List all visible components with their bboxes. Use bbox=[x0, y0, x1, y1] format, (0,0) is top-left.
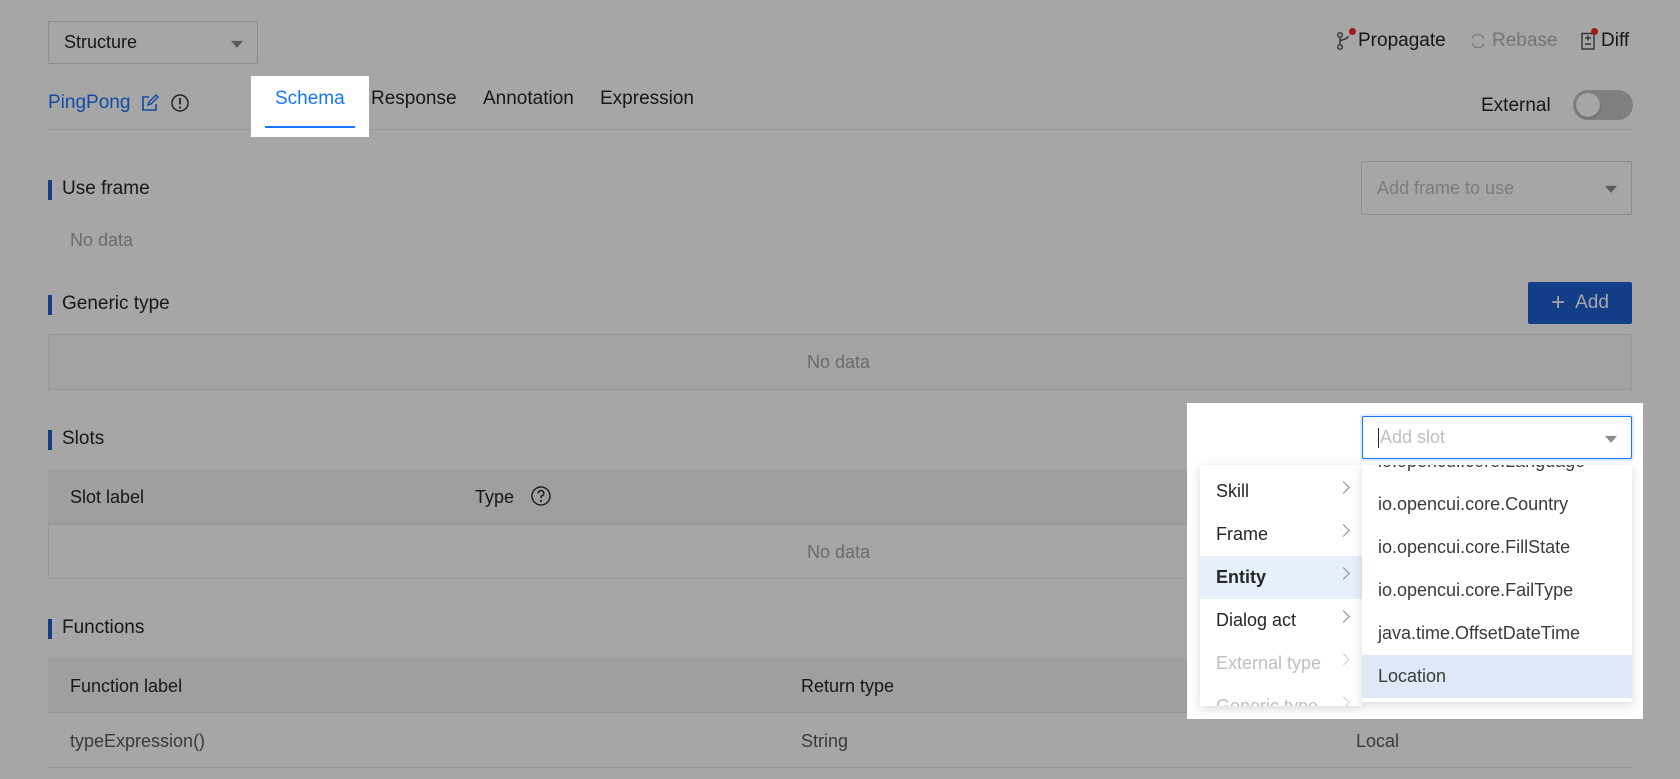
cascader-menu-entities: io.opencui.core.Language io.opencui.core… bbox=[1362, 465, 1632, 702]
menu-option[interactable]: io.opencui.core.Language bbox=[1362, 465, 1632, 483]
generic-type-title: Generic type bbox=[48, 293, 170, 315]
info-circle-icon[interactable] bbox=[170, 93, 190, 113]
generic-type-table: No data bbox=[48, 334, 1632, 390]
add-frame-select[interactable]: Add frame to use bbox=[1361, 161, 1632, 215]
chevron-right-icon bbox=[1337, 481, 1350, 494]
chevron-down-icon bbox=[1605, 435, 1617, 443]
menu-option[interactable]: io.opencui.core.FailType bbox=[1362, 569, 1632, 612]
menu-item-skill[interactable]: Skill bbox=[1200, 470, 1362, 513]
chevron-down-icon bbox=[231, 40, 243, 48]
menu-option-selected[interactable]: Location bbox=[1362, 655, 1632, 698]
add-generic-type-button[interactable]: + Add bbox=[1528, 282, 1632, 324]
tab-response[interactable]: Response bbox=[371, 88, 457, 110]
page: Structure Propagate Rebase Diff PingPong bbox=[0, 0, 1680, 779]
text-cursor bbox=[1378, 427, 1379, 448]
return-type-cell: String bbox=[801, 731, 849, 751]
propagate-button[interactable]: Propagate bbox=[1336, 28, 1446, 52]
chevron-right-icon bbox=[1337, 653, 1350, 666]
tab-expression[interactable]: Expression bbox=[600, 88, 694, 110]
use-frame-empty: No data bbox=[70, 230, 134, 250]
tab-annotation[interactable]: Annotation bbox=[483, 88, 574, 110]
active-tab-indicator bbox=[265, 126, 355, 128]
menu-option[interactable]: io.opencui.core.Country bbox=[1362, 483, 1632, 526]
scope-cell: Local bbox=[1356, 731, 1400, 751]
return-type-column: Return type bbox=[801, 676, 895, 696]
menu-option[interactable]: io.opencui.core.FillState bbox=[1362, 526, 1632, 569]
menu-item-external-type: External type bbox=[1200, 642, 1362, 685]
external-toggle[interactable] bbox=[1573, 90, 1633, 120]
add-button-label: Add bbox=[1575, 292, 1609, 313]
diff-button[interactable]: Diff bbox=[1579, 28, 1630, 52]
menu-item-dialog-act[interactable]: Dialog act bbox=[1200, 599, 1362, 642]
type-column: Type bbox=[475, 487, 515, 507]
table-row[interactable]: typeExpression() String Local bbox=[48, 713, 1632, 768]
add-slot-input[interactable]: Add slot bbox=[1362, 416, 1632, 459]
toggle-knob bbox=[1576, 93, 1600, 117]
add-frame-placeholder: Add frame to use bbox=[1377, 177, 1515, 198]
menu-item-frame[interactable]: Frame bbox=[1200, 513, 1362, 556]
chevron-right-icon bbox=[1337, 696, 1350, 706]
structure-select-value: Structure bbox=[64, 32, 138, 52]
functions-title: Functions bbox=[48, 617, 144, 639]
propagate-label: Propagate bbox=[1358, 30, 1446, 51]
function-label-cell: typeExpression() bbox=[70, 731, 206, 751]
help-circle-icon[interactable] bbox=[530, 485, 552, 507]
chevron-right-icon bbox=[1337, 524, 1350, 537]
diff-label: Diff bbox=[1601, 30, 1630, 51]
cascader-menu-categories: Skill Frame Entity Dialog act External t… bbox=[1200, 465, 1362, 706]
chevron-right-icon bbox=[1337, 610, 1350, 623]
slots-title: Slots bbox=[48, 428, 104, 450]
propagate-badge-dot bbox=[1349, 28, 1356, 35]
tab-schema[interactable]: Schema bbox=[275, 88, 345, 110]
menu-item-generic-type: Generic type bbox=[1200, 685, 1362, 706]
plus-icon: + bbox=[1551, 289, 1566, 316]
use-frame-title: Use frame bbox=[48, 178, 150, 200]
diff-badge-dot bbox=[1591, 28, 1598, 35]
edit-icon[interactable] bbox=[140, 93, 160, 113]
add-slot-placeholder: Add slot bbox=[1380, 427, 1446, 447]
external-label: External bbox=[1481, 95, 1551, 116]
chevron-down-icon bbox=[1605, 185, 1617, 193]
menu-option[interactable]: java.time.OffsetDateTime bbox=[1362, 612, 1632, 655]
sync-icon bbox=[1471, 33, 1485, 49]
page-title: PingPong bbox=[48, 92, 190, 114]
chevron-right-icon bbox=[1337, 567, 1350, 580]
title-text[interactable]: PingPong bbox=[48, 92, 130, 114]
rebase-button[interactable]: Rebase bbox=[1468, 30, 1558, 52]
slot-label-column: Slot label bbox=[70, 487, 145, 507]
slots-empty: No data bbox=[807, 542, 871, 562]
rebase-label: Rebase bbox=[1492, 30, 1558, 51]
function-label-column: Function label bbox=[70, 676, 183, 696]
generic-type-empty: No data bbox=[807, 352, 871, 372]
structure-select[interactable]: Structure bbox=[48, 21, 258, 64]
menu-item-entity[interactable]: Entity bbox=[1200, 556, 1362, 599]
